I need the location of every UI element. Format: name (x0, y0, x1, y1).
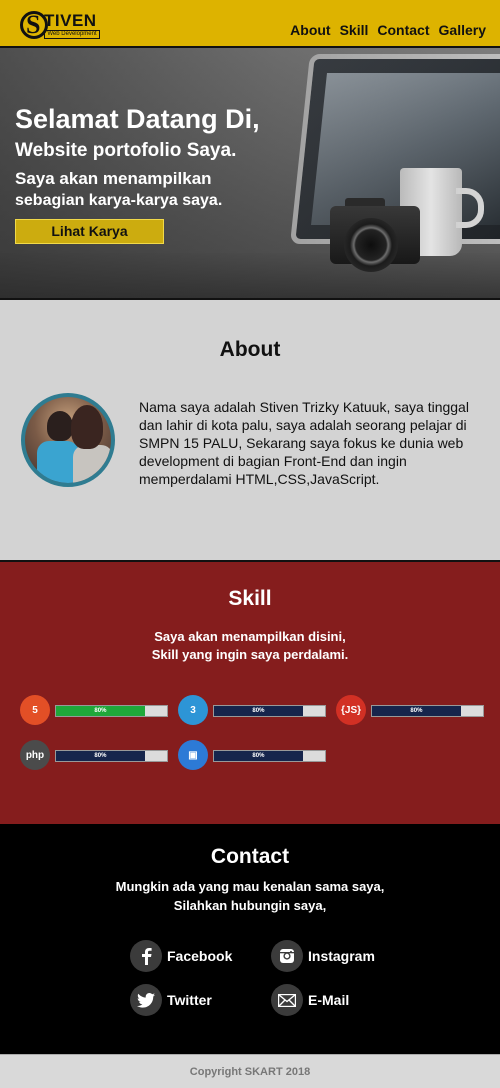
skill-progress-bar: 80% (371, 705, 484, 717)
facebook-icon (130, 940, 162, 972)
skill-progress-bar: 80% (213, 705, 326, 717)
skill-progress-bar: 80% (55, 705, 168, 717)
nav-link-about[interactable]: About (290, 22, 330, 38)
copyright-text: Copyright SKART 2018 (189, 1066, 311, 1078)
contact-link-email[interactable]: E-Mail (271, 984, 349, 1016)
skill-percent-label: 80% (252, 708, 265, 714)
logo-text: TIVEN (44, 11, 97, 30)
skill-progress-bar: 80% (213, 750, 326, 762)
nav-link-skill[interactable]: Skill (340, 22, 369, 38)
profile-photo (21, 393, 115, 487)
skill-subtitle-line2: Skill yang ingin saya perdalami. (151, 647, 349, 662)
skill-item: 3 80% (178, 695, 338, 725)
about-section: About Nama saya adalah Stiven Trizky Kat… (0, 300, 500, 562)
skill-percent-label: 80% (410, 708, 423, 714)
contact-subtitle-line1: Mungkin ada yang mau kenalan sama saya, (115, 879, 385, 894)
web-design-icon: ▣ (178, 740, 208, 770)
skill-item: {JS} 80% (336, 695, 496, 725)
twitter-icon (130, 984, 162, 1016)
css3-icon: 3 (178, 695, 208, 725)
skill-title: Skill (228, 587, 272, 610)
contact-link-twitter[interactable]: Twitter (130, 984, 212, 1016)
skill-percent-label: 80% (252, 753, 265, 759)
contact-subtitle-line2: Silahkan hubungin saya, (173, 898, 327, 913)
hero-section: Selamat Datang Di, Website portofolio Sa… (0, 48, 500, 300)
contact-link-facebook[interactable]: Facebook (130, 940, 232, 972)
nav-menu: About Skill Contact Gallery (290, 22, 486, 38)
skill-section: Skill Saya akan menampilkan disini, Skil… (0, 562, 500, 824)
email-icon (271, 984, 303, 1016)
nav-link-gallery[interactable]: Gallery (439, 22, 486, 38)
about-description: Nama saya adalah Stiven Trizky Katuuk, s… (139, 399, 469, 487)
hero-text-line2: sebagian karya-karya saya. (15, 192, 223, 209)
contact-title: Contact (210, 845, 290, 868)
instagram-icon (271, 940, 303, 972)
nav-link-contact[interactable]: Contact (377, 22, 429, 38)
view-works-button[interactable]: Lihat Karya (15, 219, 164, 244)
php-icon: php (20, 740, 50, 770)
html5-icon: 5 (20, 695, 50, 725)
javascript-icon: {JS} (336, 695, 366, 725)
skill-percent-label: 80% (94, 753, 107, 759)
hero-text-line1: Saya akan menampilkan (15, 169, 212, 188)
skill-progress-bar: 80% (55, 750, 168, 762)
skill-item: 5 80% (20, 695, 180, 725)
logo-subtitle: Web Development (44, 30, 100, 39)
site-logo[interactable]: S TIVEN Web Development (20, 10, 100, 41)
contact-link-instagram[interactable]: Instagram (271, 940, 375, 972)
about-title: About (219, 338, 281, 361)
hero-subtitle: Website portofolio Saya. (15, 140, 237, 161)
contact-section: Contact Mungkin ada yang mau kenalan sam… (0, 824, 500, 1054)
skill-percent-label: 80% (94, 708, 107, 714)
skill-item: php 80% (20, 740, 180, 770)
skill-item: ▣ 80% (178, 740, 338, 770)
footer: Copyright SKART 2018 (0, 1054, 500, 1088)
navbar: S TIVEN Web Development About Skill Cont… (0, 0, 500, 48)
hero-title: Selamat Datang Di, (15, 104, 260, 134)
skill-subtitle-line1: Saya akan menampilkan disini, (154, 629, 346, 644)
